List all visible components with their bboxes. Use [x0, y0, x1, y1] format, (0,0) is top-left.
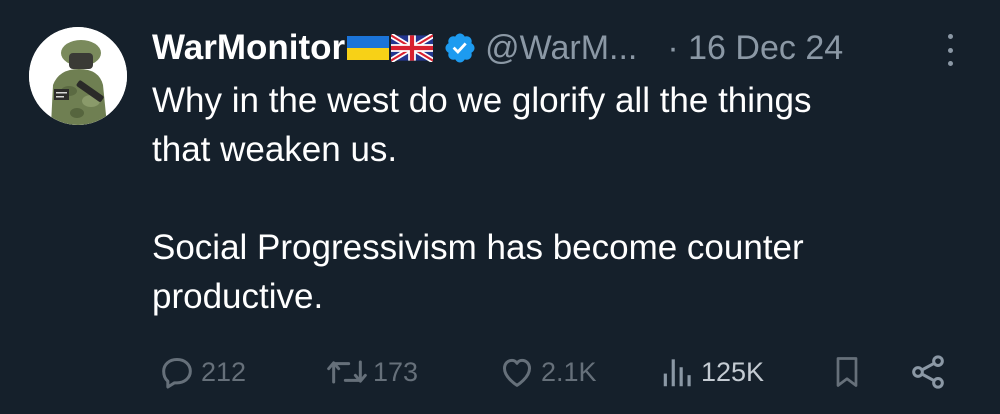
tweet-date[interactable]: · 16 Dec 24	[667, 29, 843, 68]
views-count: 125K	[701, 356, 765, 387]
like-button[interactable]: 2.1K	[497, 348, 597, 396]
tweet-text-line: that weaken us.	[152, 130, 398, 169]
reply-icon	[157, 352, 197, 392]
tweet-header: WarMonitor @WarM... · 16 Dec 24	[152, 24, 843, 72]
handle[interactable]: @WarM...	[485, 29, 637, 68]
views-chart-icon	[659, 352, 697, 392]
more-dot	[947, 47, 953, 53]
bookmark-button[interactable]	[829, 348, 865, 396]
ukraine-flag-icon	[347, 34, 390, 62]
bookmark-icon	[829, 352, 865, 392]
share-icon	[908, 352, 948, 392]
tweet-text-line: productive.	[152, 277, 324, 316]
uk-flag-icon	[391, 34, 434, 62]
paragraph-break	[152, 174, 972, 223]
more-dot	[947, 34, 953, 39]
tweet[interactable]: WarMonitor @WarM... · 16 Dec 24 Why in t…	[0, 0, 1000, 414]
verified-badge-icon[interactable]	[443, 31, 477, 65]
display-name[interactable]: WarMonitor	[152, 28, 345, 68]
share-button[interactable]	[908, 348, 948, 396]
tweet-text: Why in the west do we glorify all the th…	[152, 76, 972, 321]
tweet-text-line: Social Progressivism has become counter	[152, 228, 804, 267]
views-button[interactable]: 125K	[659, 348, 764, 396]
reply-button[interactable]: 212	[157, 348, 246, 396]
more-options-icon[interactable]	[938, 30, 962, 70]
retweet-icon	[325, 352, 369, 392]
avatar-soldier-image	[29, 27, 127, 125]
like-count: 2.1K	[541, 356, 597, 387]
retweet-count: 173	[373, 356, 419, 387]
heart-icon	[497, 352, 537, 392]
action-bar: 212 173 2.1K 125K	[0, 348, 1000, 396]
reply-count: 212	[201, 356, 247, 387]
tweet-text-line: Why in the west do we glorify all the th…	[152, 81, 812, 120]
more-dot	[947, 61, 953, 66]
avatar[interactable]	[29, 27, 127, 125]
retweet-button[interactable]: 173	[325, 348, 418, 396]
